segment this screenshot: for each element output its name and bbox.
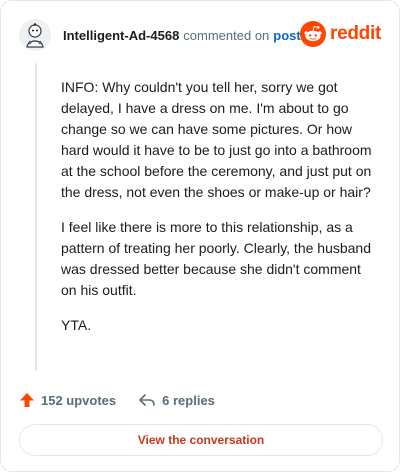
upvote-count: 152 upvotes [41,392,117,408]
reddit-wordmark: reddit [330,23,381,44]
replies-button[interactable]: 6 replies [138,392,215,408]
comment-paragraph: YTA. [61,317,92,333]
comment-header: Intelligent-Ad-4568 commented on post redd… [19,15,385,55]
comment-paragraph: INFO: Why couldn't you tell her, sorry w… [61,79,372,200]
reddit-snoo-icon [300,21,327,47]
reply-arrow-icon [139,394,155,406]
comment-paragraph: I feel like there is more to this relati… [61,219,371,298]
thread-line [35,63,37,371]
comment-meta: Intelligent-Ad-4568 commented on post [63,28,301,43]
avatar-icon [19,19,51,51]
post-link[interactable]: post [273,28,300,43]
username-link[interactable]: Intelligent-Ad-4568 [63,28,179,43]
comment-body: INFO: Why couldn't you tell her, sorry w… [61,77,379,350]
comment-footer: 152 upvotes 6 replies [19,389,215,411]
view-conversation-button[interactable]: View the conversation [19,424,383,456]
user-avatar[interactable] [19,19,51,51]
reddit-logo[interactable]: reddit [300,21,381,47]
upvote-arrow-icon [20,393,34,407]
upvote-button[interactable]: 152 upvotes [19,392,116,408]
comment-card: Intelligent-Ad-4568 commented on post redd… [0,0,400,472]
reply-count: 6 replies [162,392,215,408]
action-text: commented on [183,27,270,43]
